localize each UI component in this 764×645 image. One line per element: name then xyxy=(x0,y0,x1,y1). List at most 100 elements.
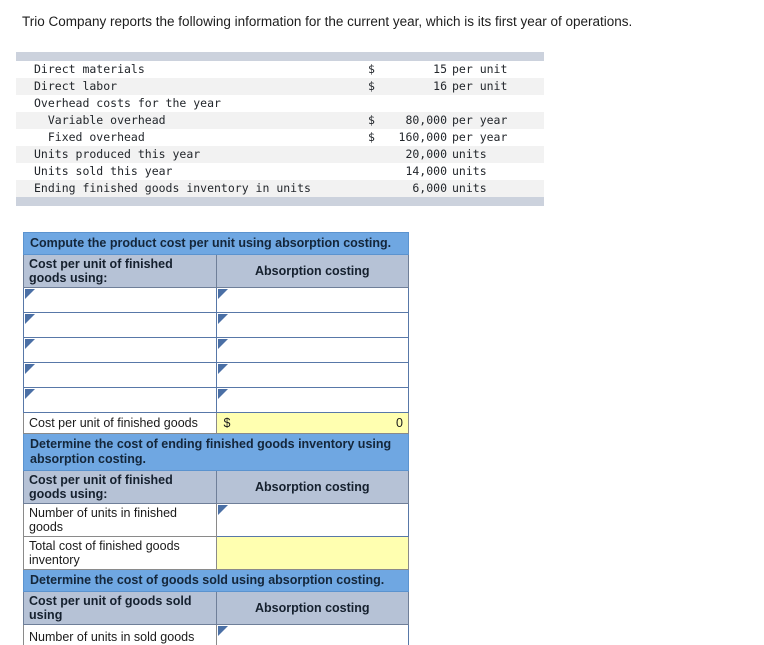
fact-row: Units produced this year 20,000 units xyxy=(16,146,544,163)
section-3-column-header-row: Cost per unit of goods sold using Absorp… xyxy=(23,591,409,625)
fact-row: Direct materials $ 15 per unit xyxy=(16,61,544,78)
fact-row: Ending finished goods inventory in units… xyxy=(16,180,544,197)
section-1-value-input-5[interactable] xyxy=(215,387,409,413)
fact-label: Direct labor xyxy=(16,78,368,95)
fact-unit: per unit xyxy=(452,78,544,95)
fact-table-bottom-banner xyxy=(16,197,544,206)
dropdown-triangle-icon xyxy=(217,339,228,349)
section-1-col-value: Absorption costing xyxy=(215,254,409,288)
section-1-total-value-cell: $ 0 xyxy=(215,412,409,434)
fact-row: Overhead costs for the year xyxy=(16,95,544,112)
fact-amount: 20,000 xyxy=(382,146,452,163)
fact-amount xyxy=(382,95,452,112)
section-1-total-amount: 0 xyxy=(396,416,403,430)
dropdown-triangle-icon xyxy=(217,626,228,636)
section-1-value-input-3[interactable] xyxy=(215,337,409,363)
section-1-value-input-4[interactable] xyxy=(215,362,409,388)
section-2-column-header-row: Cost per unit of finished goods using: A… xyxy=(23,470,409,504)
fact-amount: 14,000 xyxy=(382,163,452,180)
fact-currency xyxy=(368,146,382,163)
fact-currency xyxy=(368,95,382,112)
section-3-col-value: Absorption costing xyxy=(215,591,409,625)
fact-currency: $ xyxy=(368,129,382,146)
dropdown-triangle-icon xyxy=(25,364,35,374)
fact-currency xyxy=(368,180,382,197)
dropdown-triangle-icon xyxy=(217,289,228,299)
fact-unit: units xyxy=(452,146,544,163)
fact-currency xyxy=(368,163,382,180)
fact-label: Variable overhead xyxy=(16,112,368,129)
section-1-input-row xyxy=(23,312,409,338)
section-1-label-input-5[interactable] xyxy=(23,387,217,413)
section-3-title-row: Determine the cost of goods sold using a… xyxy=(23,569,409,592)
fact-label: Units produced this year xyxy=(16,146,368,163)
section-1-column-header-row: Cost per unit of finished goods using: A… xyxy=(23,254,409,288)
fact-amount: 160,000 xyxy=(382,129,452,146)
fact-amount: 80,000 xyxy=(382,112,452,129)
fact-label: Ending finished goods inventory in units xyxy=(16,180,368,197)
fact-currency: $ xyxy=(368,78,382,95)
section-2-col-label: Cost per unit of finished goods using: xyxy=(23,470,217,504)
section-1-total-label: Cost per unit of finished goods xyxy=(23,412,217,434)
section-1-label-input-4[interactable] xyxy=(23,362,217,388)
section-3-units-row: Number of units in sold goods xyxy=(23,624,409,645)
fact-row: Units sold this year 14,000 units xyxy=(16,163,544,180)
question-intro-text: Trio Company reports the following infor… xyxy=(22,14,633,29)
section-3-col-label: Cost per unit of goods sold using xyxy=(23,591,217,625)
fact-label: Direct materials xyxy=(16,61,368,78)
fact-row: Direct labor $ 16 per unit xyxy=(16,78,544,95)
fact-currency: $ xyxy=(368,61,382,78)
given-data-table: Direct materials $ 15 per unit Direct la… xyxy=(16,52,544,206)
fact-label: Overhead costs for the year xyxy=(16,95,368,112)
fact-unit: per unit xyxy=(452,61,544,78)
dropdown-triangle-icon xyxy=(217,314,228,324)
dropdown-triangle-icon xyxy=(25,314,35,324)
section-2-units-label: Number of units in finished goods xyxy=(23,503,217,537)
section-1-label-input-2[interactable] xyxy=(23,312,217,338)
fact-amount: 15 xyxy=(382,61,452,78)
section-1-label-input-3[interactable] xyxy=(23,337,217,363)
fact-amount: 16 xyxy=(382,78,452,95)
section-2-title: Determine the cost of ending finished go… xyxy=(23,433,409,471)
banner-bar xyxy=(16,197,544,206)
dropdown-triangle-icon xyxy=(217,505,228,515)
fact-unit: units xyxy=(452,163,544,180)
banner-bar xyxy=(16,52,544,61)
fact-label: Fixed overhead xyxy=(16,129,368,146)
section-1-input-row xyxy=(23,362,409,388)
fact-unit: per year xyxy=(452,129,544,146)
dropdown-triangle-icon xyxy=(25,389,35,399)
screenshot-root: Trio Company reports the following infor… xyxy=(0,0,764,645)
section-1-value-input-1[interactable] xyxy=(215,287,409,313)
section-2-units-row: Number of units in finished goods xyxy=(23,503,409,537)
section-3-title: Determine the cost of goods sold using a… xyxy=(23,569,409,592)
section-1-value-input-2[interactable] xyxy=(215,312,409,338)
fact-unit: units xyxy=(452,180,544,197)
section-2-total-value-cell xyxy=(215,536,409,570)
section-1-total-row: Cost per unit of finished goods $ 0 xyxy=(23,412,409,434)
fact-unit xyxy=(452,95,544,112)
section-2-title-row: Determine the cost of ending finished go… xyxy=(23,433,409,471)
dropdown-triangle-icon xyxy=(217,389,228,399)
fact-row: Fixed overhead $ 160,000 per year xyxy=(16,129,544,146)
section-1-col-label: Cost per unit of finished goods using: xyxy=(23,254,217,288)
fact-row: Variable overhead $ 80,000 per year xyxy=(16,112,544,129)
section-1-input-row xyxy=(23,387,409,413)
dropdown-triangle-icon xyxy=(25,339,35,349)
section-1-input-row xyxy=(23,287,409,313)
fact-unit: per year xyxy=(452,112,544,129)
dropdown-triangle-icon xyxy=(217,364,228,374)
section-2-units-input[interactable] xyxy=(215,503,409,537)
section-3-units-label: Number of units in sold goods xyxy=(23,624,217,645)
fact-amount: 6,000 xyxy=(382,180,452,197)
section-2-total-label: Total cost of finished goods inventory xyxy=(23,536,217,570)
section-1-label-input-1[interactable] xyxy=(23,287,217,313)
currency-symbol: $ xyxy=(223,416,231,430)
fact-table-top-banner xyxy=(16,52,544,61)
fact-currency: $ xyxy=(368,112,382,129)
section-1-title: Compute the product cost per unit using … xyxy=(23,232,409,255)
section-3-units-input[interactable] xyxy=(215,624,409,645)
section-1-title-row: Compute the product cost per unit using … xyxy=(23,232,409,255)
section-2-total-row: Total cost of finished goods inventory xyxy=(23,536,409,570)
section-1-input-row xyxy=(23,337,409,363)
